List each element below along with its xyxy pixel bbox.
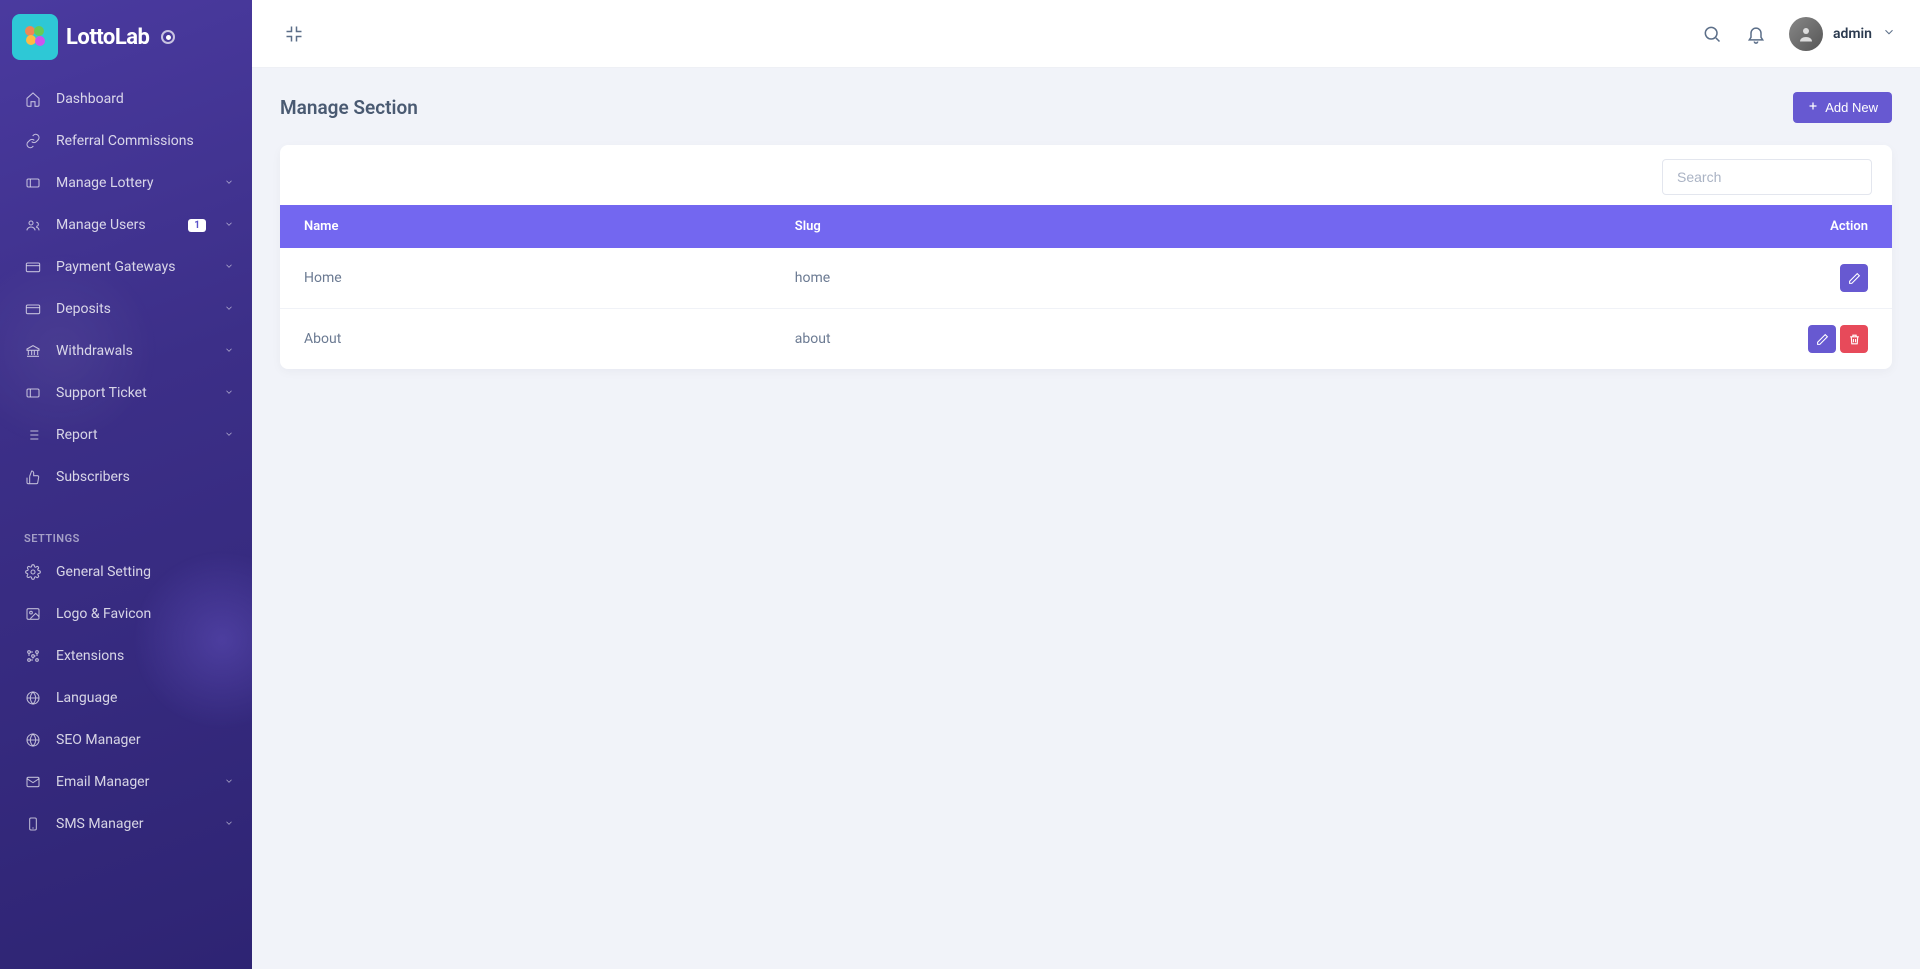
bank-icon: [24, 342, 42, 360]
ticket-icon: [24, 174, 42, 192]
sidebar-item-sms-manager[interactable]: SMS Manager: [0, 803, 252, 845]
sidebar-item-label: Deposits: [56, 301, 210, 317]
globe-icon: [24, 731, 42, 749]
sidebar-item-label: Subscribers: [56, 469, 234, 485]
section-card: Name Slug Action HomehomeAboutabout: [280, 145, 1892, 369]
sidebar-item-extensions[interactable]: Extensions: [0, 635, 252, 677]
edit-button[interactable]: [1808, 325, 1836, 353]
sidebar-item-label: Referral Commissions: [56, 133, 234, 149]
sidebar-item-dashboard[interactable]: Dashboard: [0, 78, 252, 120]
cell-action: [1251, 309, 1892, 370]
plus-icon: [1807, 100, 1819, 115]
search-input[interactable]: [1662, 159, 1872, 195]
col-action: Action: [1251, 205, 1892, 248]
chevron-down-icon: [224, 429, 234, 442]
sidebar-item-seo-manager[interactable]: SEO Manager: [0, 719, 252, 761]
sidebar-item-label: Report: [56, 427, 210, 443]
users-icon: [24, 216, 42, 234]
avatar: [1789, 17, 1823, 51]
topbar: admin: [252, 0, 1920, 68]
col-slug: Slug: [771, 205, 1251, 248]
sidebar-item-report[interactable]: Report: [0, 414, 252, 456]
sidebar-item-logo-favicon[interactable]: Logo & Favicon: [0, 593, 252, 635]
sidebar-item-withdrawals[interactable]: Withdrawals: [0, 330, 252, 372]
mail-icon: [24, 773, 42, 791]
sections-table: Name Slug Action HomehomeAboutabout: [280, 205, 1892, 369]
globe-icon: [24, 689, 42, 707]
table-row: Aboutabout: [280, 309, 1892, 370]
brand-indicator-icon: [161, 30, 175, 44]
user-menu[interactable]: admin: [1789, 17, 1896, 51]
cell-slug: about: [771, 309, 1251, 370]
chevron-down-icon: [224, 818, 234, 831]
sidebar-item-deposits[interactable]: Deposits: [0, 288, 252, 330]
home-icon: [24, 90, 42, 108]
sidebar-item-label: Withdrawals: [56, 343, 210, 359]
sidebar-badge: 1: [188, 219, 206, 232]
sidebar-item-email-manager[interactable]: Email Manager: [0, 761, 252, 803]
sidebar-item-label: Language: [56, 690, 234, 706]
sidebar-item-label: Support Ticket: [56, 385, 210, 401]
sidebar-item-support-ticket[interactable]: Support Ticket: [0, 372, 252, 414]
card-icon: [24, 258, 42, 276]
sidebar-item-language[interactable]: Language: [0, 677, 252, 719]
chevron-down-icon: [224, 177, 234, 190]
sidebar: LottoLab Dashboard Referral Commissions Ma…: [0, 0, 252, 969]
bell-icon[interactable]: [1745, 23, 1767, 45]
sidebar-item-label: SEO Manager: [56, 732, 234, 748]
sidebar-item-label: General Setting: [56, 564, 234, 580]
sidebar-item-label: Manage Lottery: [56, 175, 210, 191]
table-row: Homehome: [280, 248, 1892, 309]
cell-name: Home: [280, 248, 771, 309]
phone-icon: [24, 815, 42, 833]
delete-button[interactable]: [1840, 325, 1868, 353]
sidebar-item-payment-gateways[interactable]: Payment Gateways: [0, 246, 252, 288]
chevron-down-icon: [224, 776, 234, 789]
ticket-icon: [24, 384, 42, 402]
list-icon: [24, 426, 42, 444]
page-title: Manage Section: [280, 96, 418, 119]
sidebar-item-manage-lottery[interactable]: Manage Lottery: [0, 162, 252, 204]
sidebar-item-general-setting[interactable]: General Setting: [0, 551, 252, 593]
user-name-label: admin: [1833, 26, 1872, 42]
chevron-down-icon: [224, 219, 234, 232]
cell-name: About: [280, 309, 771, 370]
image-icon: [24, 605, 42, 623]
gear-icon: [24, 563, 42, 581]
sidebar-item-subscribers[interactable]: Subscribers: [0, 456, 252, 498]
main-area: admin Manage Section Add New: [252, 0, 1920, 969]
chevron-down-icon: [224, 387, 234, 400]
sidebar-item-label: SMS Manager: [56, 816, 210, 832]
sidebar-item-referral-commissions[interactable]: Referral Commissions: [0, 120, 252, 162]
add-new-label: Add New: [1825, 100, 1878, 115]
link-icon: [24, 132, 42, 150]
sidebar-item-label: Manage Users: [56, 217, 174, 233]
cell-action: [1251, 248, 1892, 309]
col-name: Name: [280, 205, 771, 248]
sidebar-item-label: Dashboard: [56, 91, 234, 107]
puzzle-icon: [24, 647, 42, 665]
chevron-down-icon: [1882, 25, 1896, 43]
sidebar-collapse-icon[interactable]: [284, 24, 304, 44]
search-icon[interactable]: [1701, 23, 1723, 45]
brand-logo[interactable]: LottoLab: [0, 0, 252, 78]
sidebar-section-settings: SETTINGS: [0, 518, 252, 551]
thumb-icon: [24, 468, 42, 486]
sidebar-item-label: Payment Gateways: [56, 259, 210, 275]
add-new-button[interactable]: Add New: [1793, 92, 1892, 123]
cell-slug: home: [771, 248, 1251, 309]
sidebar-item-label: Email Manager: [56, 774, 210, 790]
brand-name: LottoLab: [66, 25, 149, 50]
edit-button[interactable]: [1840, 264, 1868, 292]
brand-mark-icon: [12, 14, 58, 60]
chevron-down-icon: [224, 303, 234, 316]
sidebar-item-label: Logo & Favicon: [56, 606, 234, 622]
card-icon: [24, 300, 42, 318]
sidebar-item-label: Extensions: [56, 648, 234, 664]
sidebar-item-manage-users[interactable]: Manage Users 1: [0, 204, 252, 246]
chevron-down-icon: [224, 261, 234, 274]
chevron-down-icon: [224, 345, 234, 358]
